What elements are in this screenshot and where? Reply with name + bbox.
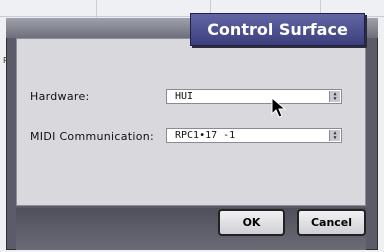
hardware-select-stepper-icon[interactable]: ▲ ▼ <box>329 91 340 102</box>
hardware-select[interactable]: HUI ▲ ▼ <box>166 89 342 104</box>
midi-communication-select-stepper-icon[interactable]: ▲ ▼ <box>329 130 340 141</box>
mouse-pointer-icon <box>271 97 287 118</box>
background-grid-line <box>96 0 97 18</box>
midi-communication-select-value: RPC1•17 -1 <box>175 130 236 141</box>
dialog-title: Control Surface <box>190 13 365 46</box>
hardware-label: Hardware: <box>30 90 90 103</box>
hardware-select-value: HUI <box>175 91 194 102</box>
cancel-button[interactable]: Cancel <box>297 209 366 236</box>
midi-communication-select[interactable]: RPC1•17 -1 ▲ ▼ <box>166 128 342 143</box>
midi-communication-label: MIDI Communication: <box>30 130 155 143</box>
dialog-content-panel <box>16 38 366 206</box>
ok-button[interactable]: OK <box>218 209 285 236</box>
